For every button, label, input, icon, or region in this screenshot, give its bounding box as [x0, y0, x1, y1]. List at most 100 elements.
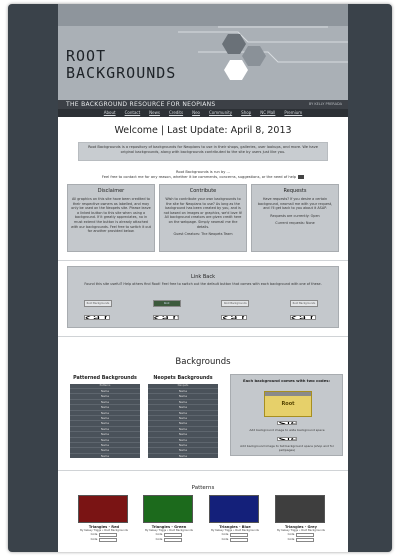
pattern-credit: By Kelsey Triggs • Root Backgrounds — [80, 529, 128, 532]
pattern-swatch-green[interactable] — [143, 495, 193, 523]
code-2-caption: Add background image to tall background … — [240, 444, 334, 452]
link-button-image[interactable]: Root Backgrounds — [289, 300, 318, 307]
frame: ROOT BACKGROUNDS THE BACKGROUND RESOURCE… — [0, 0, 400, 556]
code-label: Code — [221, 538, 229, 541]
disclaimer-text: All graphics on this site have been cred… — [71, 197, 151, 234]
disclaimer-box: Disclaimer All graphics on this site hav… — [67, 184, 155, 252]
site-tagline: THE BACKGROUND RESOURCE FOR NEOPIANS — [66, 101, 216, 108]
pattern-swatch-red[interactable] — [78, 495, 128, 523]
preview-image-bar — [265, 392, 311, 396]
nav-link-premium[interactable]: Premium — [284, 109, 302, 117]
backgrounds-title: Backgrounds — [175, 357, 231, 367]
main-nav: About Contact News Credits Neo Community… — [58, 109, 348, 117]
divider — [58, 470, 348, 471]
pattern-code-field[interactable] — [230, 533, 249, 537]
link-code-field[interactable] — [84, 315, 110, 320]
pattern-credit: By Kelsey Triggs • Root Backgrounds — [145, 529, 193, 532]
nav-link-news[interactable]: News — [149, 109, 160, 117]
pattern-code-field[interactable] — [296, 533, 315, 537]
pattern-code-field[interactable] — [99, 538, 118, 542]
requests-current: Current requests: None — [275, 221, 315, 226]
requests-box: Requests Have requests? If you desire a … — [251, 184, 339, 252]
code-label: Code — [90, 538, 98, 541]
pattern-code-row: Code — [78, 533, 130, 537]
link-back-text: Found this site useful? Help others find… — [84, 282, 322, 286]
pattern-code-field[interactable] — [164, 538, 183, 542]
pattern-card: Triangles - Green By Kelsey Triggs • Roo… — [143, 495, 195, 542]
contact-text: Feel free to contact me for any reason, … — [101, 175, 297, 179]
code-label: Code — [155, 538, 163, 541]
site-logo[interactable]: ROOT BACKGROUNDS — [66, 48, 176, 82]
page-title: Welcome | Last Update: April 8, 2013 — [114, 125, 292, 136]
list-item[interactable]: Name — [148, 452, 218, 459]
header-banner: ROOT BACKGROUNDS — [58, 4, 348, 100]
pattern-card: Triangles - Blue By Kelsey Triggs • Root… — [209, 495, 261, 542]
code-label: Code — [90, 533, 98, 536]
nav-link-contact[interactable]: Contact — [125, 109, 141, 117]
pattern-code-row: Code — [209, 538, 261, 542]
link-button-option: Root — [152, 300, 191, 326]
preview-image: Root — [264, 391, 312, 417]
pattern-credit: By Kelsey Triggs • Root Backgrounds — [211, 529, 259, 532]
pattern-code-field[interactable] — [296, 538, 315, 542]
pattern-credit: By Kelsey Triggs • Root Backgrounds — [277, 529, 325, 532]
neopets-title: Neopets Backgrounds — [153, 376, 213, 381]
contribute-title: Contribute — [189, 188, 217, 194]
link-back-title: Link Back — [191, 274, 215, 280]
contribute-box: Contribute Wish to contribute your own b… — [159, 184, 247, 252]
contact-info: Root Backgrounds is run by ... Feel free… — [98, 170, 308, 180]
pattern-code-row: Code — [209, 533, 261, 537]
nav-link-shop[interactable]: Shop — [241, 109, 251, 117]
link-button-option: Root Backgrounds — [84, 300, 122, 326]
pattern-code-row: Code — [143, 538, 195, 542]
code-1-caption: Add background image to wide background … — [249, 428, 325, 432]
link-code-field[interactable] — [289, 315, 316, 320]
link-code-field[interactable] — [221, 315, 248, 320]
link-code-field[interactable] — [152, 315, 179, 320]
pattern-code-field[interactable] — [164, 533, 183, 537]
list-item[interactable]: Name — [70, 452, 140, 459]
code-label: Code — [287, 533, 295, 536]
link-button-image[interactable]: Root — [152, 300, 181, 307]
divider — [58, 260, 348, 261]
author-credit: BY KELLY PRERADA — [308, 102, 342, 106]
hexagon-icon — [222, 34, 266, 80]
pattern-swatch-blue[interactable] — [209, 495, 259, 523]
pattern-code-row: Code — [275, 533, 327, 537]
link-back-box: Link Back Found this site useful? Help o… — [67, 266, 339, 328]
pattern-card: Triangles - Red By Kelsey Triggs • Root … — [78, 495, 130, 542]
pattern-swatch-grey[interactable] — [275, 495, 325, 523]
link-button-image[interactable]: Root Backgrounds — [84, 300, 112, 307]
nav-link-about[interactable]: About — [104, 109, 116, 117]
patterned-list: Patterned Backgrounds Patterns Name Name… — [70, 376, 140, 459]
requests-title: Requests — [283, 188, 307, 194]
link-button-option: Root Backgrounds — [221, 300, 259, 326]
disclaimer-title: Disclaimer — [97, 188, 125, 194]
pattern-code-row: Code — [78, 538, 130, 542]
neopets-list: Neopets Backgrounds Neopets Name Name Na… — [148, 376, 218, 459]
code-label: Code — [221, 533, 229, 536]
pattern-code-field[interactable] — [230, 538, 249, 542]
requests-text: Have requests? If you desire a certain b… — [257, 197, 333, 211]
pattern-code-row: Code — [275, 538, 327, 542]
code-label: Code — [155, 533, 163, 536]
mail-icon[interactable] — [298, 175, 305, 179]
nav-link-nc-mall[interactable]: NC Mall — [260, 109, 275, 117]
contribute-text: Wish to contribute your own backgrounds … — [163, 197, 243, 229]
patterned-title: Patterned Backgrounds — [73, 376, 137, 381]
nav-link-community[interactable]: Community — [209, 109, 232, 117]
preview-title: Each background comes with two codes: — [243, 378, 330, 383]
link-button-image[interactable]: Root Backgrounds — [221, 300, 250, 307]
link-buttons-row: Root Backgrounds Root Root Backgrounds R… — [84, 300, 328, 326]
guest-creators: Guest Creators: The Neopets Team — [173, 232, 233, 237]
page-content: ROOT BACKGROUNDS THE BACKGROUND RESOURCE… — [58, 4, 348, 552]
pattern-code-row: Code — [143, 533, 195, 537]
pattern-code-field[interactable] — [99, 533, 118, 537]
pattern-card: Triangles - Grey By Kelsey Triggs • Root… — [275, 495, 327, 542]
divider — [58, 336, 348, 337]
code-field-1[interactable] — [277, 421, 297, 425]
nav-link-credits[interactable]: Credits — [169, 109, 183, 117]
nav-link-neo[interactable]: Neo — [192, 109, 200, 117]
code-field-2[interactable] — [277, 437, 297, 441]
preview-image-text: Root — [281, 401, 295, 407]
